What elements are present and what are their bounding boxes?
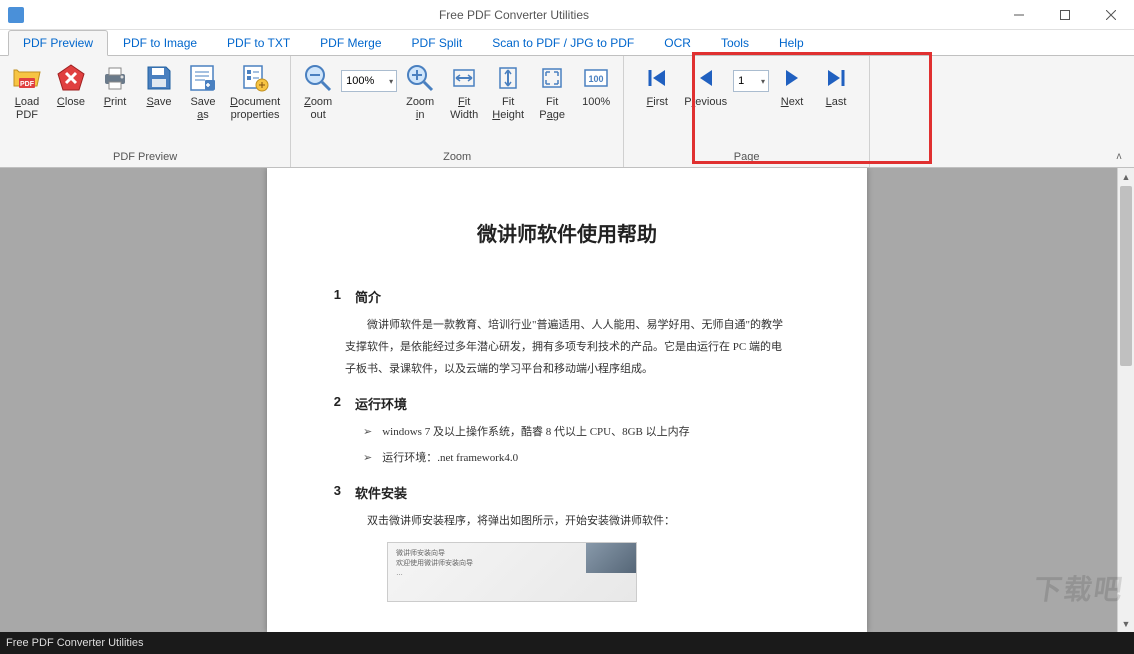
zoom-in-label: Zoomin <box>406 96 434 122</box>
tab-help[interactable]: Help <box>764 30 819 55</box>
tab-pdf-merge[interactable]: PDF Merge <box>305 30 396 55</box>
statusbar: Free PDF Converter Utilities <box>0 632 1134 654</box>
last-page-label: Last <box>826 96 847 109</box>
doc-paragraph: 微讲师软件是一款教育、培训行业"普遍适用、人人能用、易学好用、无师自通"的教学支… <box>345 314 789 380</box>
fit-page-icon <box>536 62 568 94</box>
fit-page-button[interactable]: FitPage <box>531 60 573 124</box>
tab-tools[interactable]: Tools <box>706 30 764 55</box>
scroll-down-arrow[interactable]: ▼ <box>1118 615 1134 632</box>
ribbon: PDF LoadPDF Close Print Save Saveas D <box>0 56 1134 168</box>
ribbon-tabstrip: PDF Preview PDF to Image PDF to TXT PDF … <box>0 30 1134 56</box>
minimize-button[interactable] <box>996 0 1042 30</box>
doc-bullet: windows 7 及以上操作系统，酷睿 8 代以上 CPU、8GB 以上内存 <box>363 421 789 443</box>
last-page-icon <box>820 62 852 94</box>
vertical-scrollbar[interactable]: ▲ ▼ <box>1117 168 1134 632</box>
first-page-button[interactable]: First <box>636 60 678 111</box>
close-button[interactable] <box>1088 0 1134 30</box>
window-controls <box>996 0 1134 30</box>
previous-page-label: Previous <box>684 96 727 109</box>
fit-width-label: FitWidth <box>450 96 478 122</box>
zoom-100-button[interactable]: 100 100% <box>575 60 617 111</box>
close-icon <box>55 62 87 94</box>
ribbon-group-zoom: Zoomout 100% Zoomin FitWidth FitHeight F… <box>291 56 624 167</box>
print-button[interactable]: Print <box>94 60 136 111</box>
zoom-100-icon: 100 <box>580 62 612 94</box>
window-title: Free PDF Converter Utilities <box>32 8 996 22</box>
group-label-zoom: Zoom <box>443 149 471 165</box>
properties-icon <box>239 62 271 94</box>
doc-title: 微讲师软件使用帮助 <box>327 218 807 247</box>
close-pdf-label: Close <box>57 96 85 109</box>
next-page-icon <box>776 62 808 94</box>
previous-page-button[interactable]: Previous <box>680 60 731 111</box>
save-as-label: Saveas <box>190 96 215 122</box>
scroll-thumb[interactable] <box>1120 186 1132 366</box>
scroll-up-arrow[interactable]: ▲ <box>1118 168 1134 185</box>
next-page-label: Next <box>781 96 804 109</box>
last-page-button[interactable]: Last <box>815 60 857 111</box>
tab-pdf-to-txt[interactable]: PDF to TXT <box>212 30 305 55</box>
zoom-out-label: Zoomout <box>304 96 332 122</box>
tab-ocr[interactable]: OCR <box>649 30 706 55</box>
save-label: Save <box>146 96 171 109</box>
document-properties-button[interactable]: Documentproperties <box>226 60 284 124</box>
fit-width-icon <box>448 62 480 94</box>
ribbon-collapse-button[interactable]: ʌ <box>1110 149 1128 163</box>
zoom-in-icon <box>404 62 436 94</box>
close-pdf-button[interactable]: Close <box>50 60 92 111</box>
statusbar-text: Free PDF Converter Utilities <box>6 637 144 649</box>
previous-page-icon <box>690 62 722 94</box>
titlebar: Free PDF Converter Utilities <box>0 0 1134 30</box>
page-number-input[interactable]: 1 <box>733 70 769 92</box>
doc-paragraph: 双击微讲师安装程序，将弹出如图所示，开始安装微讲师软件： <box>345 510 789 532</box>
printer-icon <box>99 62 131 94</box>
load-pdf-label: LoadPDF <box>15 96 39 122</box>
svg-text:100: 100 <box>589 74 604 84</box>
save-as-icon <box>187 62 219 94</box>
ribbon-group-page: First Previous 1 Next Last Page <box>624 56 870 167</box>
zoom-100-label: 100% <box>582 96 610 109</box>
tab-pdf-to-image[interactable]: PDF to Image <box>108 30 212 55</box>
doc-embedded-image: 微讲师安装向导欢迎使用微讲师安装向导… <box>387 542 637 602</box>
group-label-pdf-preview: PDF Preview <box>113 149 177 165</box>
next-page-button[interactable]: Next <box>771 60 813 111</box>
floppy-icon <box>143 62 175 94</box>
zoom-out-icon <box>302 62 334 94</box>
doc-bullet: 运行环境：.net framework4.0 <box>363 447 789 469</box>
tab-pdf-split[interactable]: PDF Split <box>397 30 478 55</box>
fit-width-button[interactable]: FitWidth <box>443 60 485 124</box>
save-as-button[interactable]: Saveas <box>182 60 224 124</box>
fit-height-label: FitHeight <box>492 96 524 122</box>
load-pdf-button[interactable]: PDF LoadPDF <box>6 60 48 124</box>
document-properties-label: Documentproperties <box>230 96 280 122</box>
folder-pdf-icon: PDF <box>11 62 43 94</box>
doc-heading-3: 3软件安装 <box>327 483 807 502</box>
first-page-icon <box>641 62 673 94</box>
maximize-button[interactable] <box>1042 0 1088 30</box>
pdf-viewer: 微讲师软件使用帮助 1简介 微讲师软件是一款教育、培训行业"普遍适用、人人能用、… <box>0 168 1134 632</box>
doc-heading-1: 1简介 <box>327 287 807 306</box>
svg-text:PDF: PDF <box>20 81 35 88</box>
fit-height-button[interactable]: FitHeight <box>487 60 529 124</box>
tab-scan-to-pdf[interactable]: Scan to PDF / JPG to PDF <box>477 30 649 55</box>
zoom-out-button[interactable]: Zoomout <box>297 60 339 124</box>
fit-page-label: FitPage <box>539 96 565 122</box>
fit-height-icon <box>492 62 524 94</box>
pdf-page: 微讲师软件使用帮助 1简介 微讲师软件是一款教育、培训行业"普遍适用、人人能用、… <box>267 168 867 632</box>
app-icon <box>8 7 24 23</box>
save-button[interactable]: Save <box>138 60 180 111</box>
doc-heading-2: 2运行环境 <box>327 394 807 413</box>
print-label: Print <box>104 96 127 109</box>
zoom-in-button[interactable]: Zoomin <box>399 60 441 124</box>
zoom-level-select[interactable]: 100% <box>341 70 397 92</box>
ribbon-group-pdf-preview: PDF LoadPDF Close Print Save Saveas D <box>0 56 291 167</box>
tab-pdf-preview[interactable]: PDF Preview <box>8 30 108 56</box>
watermark: 下载吧 <box>1031 568 1127 608</box>
group-label-page: Page <box>734 149 760 165</box>
first-page-label: First <box>647 96 668 109</box>
